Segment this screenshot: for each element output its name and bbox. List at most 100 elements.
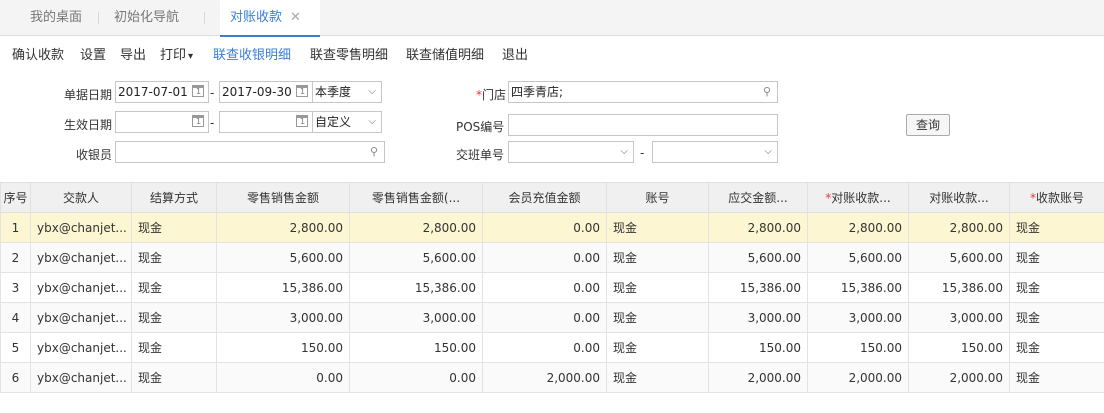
table-cell[interactable]: 2,800.00 — [216, 212, 350, 243]
table-cell[interactable]: 150.00 — [908, 332, 1010, 363]
table-cell[interactable]: 2 — [0, 242, 31, 273]
table-cell[interactable]: 2,000.00 — [708, 362, 808, 393]
table-cell[interactable]: 3 — [0, 272, 31, 303]
table-cell[interactable]: 现金 — [131, 302, 217, 333]
table-cell[interactable]: 6 — [0, 362, 31, 393]
table-cell[interactable]: 3,000.00 — [807, 302, 909, 333]
table-cell[interactable]: 3,000.00 — [216, 302, 350, 333]
table-cell[interactable]: 5,600.00 — [216, 242, 350, 273]
table-cell[interactable]: 2,000.00 — [807, 362, 909, 393]
column-header[interactable]: 结算方式 — [131, 182, 217, 213]
table-cell[interactable]: 15,386.00 — [349, 272, 483, 303]
table-cell[interactable]: 150.00 — [708, 332, 808, 363]
table-cell[interactable]: 现金 — [1009, 302, 1104, 333]
table-cell[interactable]: 现金 — [1009, 242, 1104, 273]
table-cell[interactable]: 0.00 — [482, 212, 607, 243]
table-cell[interactable]: 现金 — [606, 242, 709, 273]
table-cell[interactable]: 2,800.00 — [349, 212, 483, 243]
calendar-icon[interactable] — [192, 115, 204, 127]
calendar-icon[interactable] — [296, 85, 308, 97]
table-cell[interactable]: 15,386.00 — [216, 272, 350, 303]
search-icon[interactable]: ⚲ — [760, 85, 774, 99]
table-cell[interactable]: 现金 — [606, 302, 709, 333]
table-cell[interactable]: 现金 — [1009, 272, 1104, 303]
table-cell[interactable]: 现金 — [131, 242, 217, 273]
table-cell[interactable]: 4 — [0, 302, 31, 333]
table-cell[interactable]: 5,600.00 — [908, 242, 1010, 273]
shift-from-select[interactable]: ⌵ — [508, 141, 634, 163]
cashier-field[interactable]: ⚲ — [115, 141, 385, 163]
tab-init-guide[interactable]: 初始化导航 — [114, 0, 179, 36]
table-cell[interactable]: 0.00 — [482, 272, 607, 303]
table-cell[interactable]: 3,000.00 — [708, 302, 808, 333]
table-cell[interactable]: 1 — [0, 212, 31, 243]
doc-date-from-field[interactable]: 2017-07-01 — [115, 81, 209, 103]
calendar-icon[interactable] — [192, 85, 204, 97]
calendar-icon[interactable] — [296, 115, 308, 127]
table-row[interactable]: 3 ybx@chanjet... 现金 15,386.00 15,386.00 0.00 现… — [0, 272, 1104, 303]
table-cell[interactable]: 0.00 — [216, 362, 350, 393]
effective-date-from-field[interactable] — [115, 111, 209, 133]
table-row[interactable]: 2 ybx@chanjet... 现金 5,600.00 5,600.00 0.00 现金 5… — [0, 242, 1104, 273]
doc-date-to-field[interactable]: 2017-09-30 — [219, 81, 313, 103]
table-cell[interactable]: 3,000.00 — [349, 302, 483, 333]
table-cell[interactable]: ybx@chanjet... — [30, 242, 132, 273]
query-button[interactable]: 查询 — [906, 114, 950, 136]
effective-date-to-field[interactable] — [219, 111, 313, 133]
table-row[interactable]: 5 ybx@chanjet... 现金 150.00 150.00 0.00 现金 150.0… — [0, 332, 1104, 363]
table-cell[interactable]: ybx@chanjet... — [30, 272, 132, 303]
table-cell[interactable]: 15,386.00 — [708, 272, 808, 303]
store-field[interactable]: 四季青店; ⚲ — [508, 81, 778, 103]
table-cell[interactable]: 现金 — [1009, 212, 1104, 243]
table-cell[interactable]: 2,800.00 — [908, 212, 1010, 243]
table-cell[interactable]: 3,000.00 — [908, 302, 1010, 333]
column-header[interactable]: *收款账号 — [1009, 182, 1104, 213]
table-cell[interactable]: 5 — [0, 332, 31, 363]
table-cell[interactable]: 现金 — [131, 332, 217, 363]
table-cell[interactable]: 现金 — [1009, 332, 1104, 363]
table-cell[interactable]: 现金 — [606, 272, 709, 303]
table-row[interactable]: 4 ybx@chanjet... 现金 3,000.00 3,000.00 0.00 现金 3… — [0, 302, 1104, 333]
pos-field[interactable] — [508, 114, 778, 136]
table-cell[interactable]: 5,600.00 — [807, 242, 909, 273]
table-cell[interactable]: ybx@chanjet... — [30, 302, 132, 333]
table-cell[interactable]: 5,600.00 — [708, 242, 808, 273]
table-cell[interactable]: ybx@chanjet... — [30, 362, 132, 393]
column-header[interactable]: 交款人 — [30, 182, 132, 213]
column-header[interactable]: 会员充值金额 — [482, 182, 607, 213]
table-cell[interactable]: 0.00 — [482, 302, 607, 333]
column-header[interactable]: 对账收款... — [908, 182, 1010, 213]
table-row[interactable]: 1 ybx@chanjet... 现金 2,800.00 2,800.00 0.00 现金 2… — [0, 212, 1104, 243]
table-row[interactable]: 6 ybx@chanjet... 现金 0.00 0.00 2,000.00 现金 2,000… — [0, 362, 1104, 393]
table-cell[interactable]: 0.00 — [482, 242, 607, 273]
table-cell[interactable]: 5,600.00 — [349, 242, 483, 273]
column-header[interactable]: 零售销售金额 — [216, 182, 350, 213]
table-cell[interactable]: 现金 — [606, 212, 709, 243]
table-cell[interactable]: 现金 — [131, 272, 217, 303]
table-cell[interactable]: 现金 — [131, 362, 217, 393]
table-cell[interactable]: 0.00 — [482, 332, 607, 363]
table-cell[interactable]: 2,800.00 — [807, 212, 909, 243]
tab-my-desktop[interactable]: 我的桌面 — [30, 0, 82, 36]
table-cell[interactable]: 2,000.00 — [908, 362, 1010, 393]
table-cell[interactable]: ybx@chanjet... — [30, 332, 132, 363]
doc-date-range-select[interactable]: 本季度 ⌵ — [312, 81, 382, 103]
cashier-detail-link[interactable]: 联查收银明细 — [213, 44, 291, 63]
search-icon[interactable]: ⚲ — [367, 145, 381, 159]
table-cell[interactable]: 150.00 — [216, 332, 350, 363]
shift-to-select[interactable]: ⌵ — [652, 141, 778, 163]
table-cell[interactable]: 2,800.00 — [708, 212, 808, 243]
tab-reconcile-payment[interactable]: 对账收款 ✕ — [220, 0, 320, 37]
settings-button[interactable]: 设置 — [80, 44, 106, 63]
table-cell[interactable]: 2,000.00 — [482, 362, 607, 393]
table-cell[interactable]: 0.00 — [349, 362, 483, 393]
column-header[interactable]: 序号 — [0, 182, 31, 213]
table-cell[interactable]: 现金 — [606, 332, 709, 363]
column-header[interactable]: 应交金额... — [708, 182, 808, 213]
column-header[interactable]: 账号 — [606, 182, 709, 213]
effective-date-range-select[interactable]: 自定义 ⌵ — [312, 111, 382, 133]
retail-detail-link[interactable]: 联查零售明细 — [310, 44, 388, 63]
stored-value-detail-link[interactable]: 联查储值明细 — [406, 44, 484, 63]
export-button[interactable]: 导出 — [120, 44, 146, 63]
table-cell[interactable]: 150.00 — [349, 332, 483, 363]
